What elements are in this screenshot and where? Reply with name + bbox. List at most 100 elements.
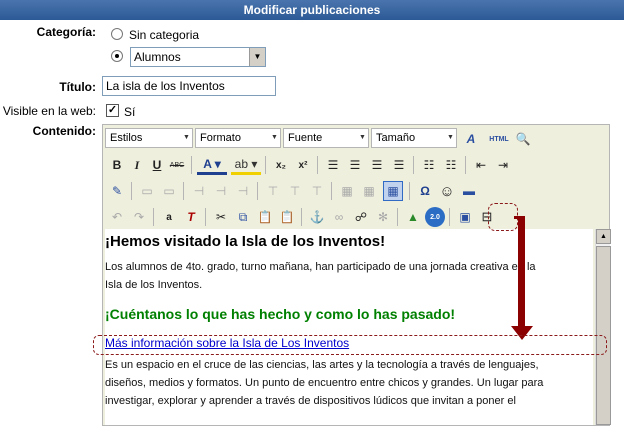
chevron-down-icon: ▼	[447, 134, 454, 141]
web20-badge-button[interactable]: 2.0	[425, 207, 445, 227]
horizontal-rule-icon[interactable]: ▬	[459, 181, 479, 201]
show-blocks-icon[interactable]: ▣	[455, 207, 475, 227]
smiley-icon[interactable]: ☺	[437, 181, 457, 201]
underline-button[interactable]: U	[147, 155, 167, 175]
font-combo[interactable]: Fuente ▼	[283, 128, 369, 148]
superscript-icon[interactable]: x²	[293, 155, 313, 175]
insert-row-before-icon: ⊣	[193, 184, 205, 198]
toolbar-separator	[449, 208, 450, 226]
toolbar-separator	[131, 182, 132, 200]
subscript-icon[interactable]: x₂	[271, 155, 291, 175]
toolbar-separator	[413, 156, 414, 174]
no-category-radio[interactable]	[111, 28, 123, 40]
table-icon[interactable]: ▦	[383, 181, 403, 201]
align-justify-icon[interactable]: ☰	[389, 155, 409, 175]
toolbar-separator	[465, 156, 466, 174]
italic-button[interactable]: I	[127, 155, 147, 175]
toolbar-row-1: Estilos ▼ Formato ▼ Fuente ▼ Tamaño ▼ A HTML…	[103, 125, 611, 149]
styles-combo-label: Estilos	[110, 132, 143, 144]
category-label: Categoría:	[36, 25, 96, 39]
chevron-down-icon: ▼	[359, 134, 366, 141]
font-combo-label: Fuente	[288, 132, 323, 144]
toolbar-separator	[265, 156, 266, 174]
content-paragraph-2-line-2: diseños, medios y formatos. Un punto de …	[105, 377, 544, 389]
split-cells-icon: ▦	[363, 184, 375, 198]
no-category-label: Sin categoria	[129, 28, 200, 42]
category-radio[interactable]	[111, 50, 123, 62]
chevron-down-icon: ▼	[249, 48, 265, 66]
insert-row-after-icon: ⊣	[215, 184, 227, 198]
annotation-insertion-box	[93, 335, 607, 355]
numbered-list-icon[interactable]: ☷	[441, 155, 461, 175]
form-edit-icon[interactable]: ✎	[107, 181, 127, 201]
toolbar-separator	[191, 156, 192, 174]
size-combo-label: Tamaño	[376, 132, 416, 144]
bold-button[interactable]: B	[107, 155, 127, 175]
insert-col-before-icon: ⊤	[267, 184, 279, 198]
toolbar-separator	[257, 182, 258, 200]
content-paragraph-2-line-1: Es un espacio en el cruce de las ciencia…	[105, 359, 539, 371]
cut-icon[interactable]: ✂	[211, 207, 231, 227]
chevron-down-icon: ▼	[183, 134, 190, 141]
table-cell-icon: ▭	[163, 184, 175, 198]
title-label: Título:	[59, 80, 96, 94]
category-select-value: Alumnos	[134, 50, 181, 64]
sitemap-icon[interactable]: ☍	[351, 207, 371, 227]
editor-scrollbar[interactable]: ▲	[595, 229, 611, 425]
insert-col-after-icon: ⊤	[289, 184, 301, 198]
toolbar-separator	[331, 182, 332, 200]
format-combo[interactable]: Formato ▼	[195, 128, 281, 148]
chevron-down-icon: ▼	[271, 134, 278, 141]
format-combo-label: Formato	[200, 132, 241, 144]
toolbar-separator	[317, 156, 318, 174]
toolbar-separator	[409, 182, 410, 200]
table-row-icon: ▭	[141, 184, 153, 198]
toolbar-separator	[183, 182, 184, 200]
visible-check-label: Sí	[124, 105, 136, 119]
window-title: Modificar publicaciones	[0, 0, 624, 20]
toolbar-row-3: ✎ ▭ ▭ ⊣ ⊣ ⊣ ⊤ ⊤ ⊤ ▦ ▦ ▦ Ω ☺ ▬	[103, 179, 611, 203]
visible-checkbox[interactable]: ✓	[106, 104, 119, 117]
paste-icon[interactable]: 📋	[255, 207, 275, 227]
delete-row-icon: ⊣	[237, 184, 249, 198]
toolbar-separator	[153, 208, 154, 226]
unlink-icon: ✻	[377, 210, 389, 224]
align-center-icon[interactable]: ☰	[345, 155, 365, 175]
annotation-arrow	[518, 216, 525, 330]
toolbar-separator	[397, 208, 398, 226]
remove-format-icon[interactable]: T	[181, 207, 201, 227]
rich-text-editor: Estilos ▼ Formato ▼ Fuente ▼ Tamaño ▼ A HTML…	[102, 124, 611, 426]
merge-cells-icon: ▦	[341, 184, 353, 198]
align-right-icon[interactable]: ☰	[367, 155, 387, 175]
redo-icon: ↷	[133, 210, 145, 224]
styles-combo[interactable]: Estilos ▼	[105, 128, 193, 148]
toolbar-row-4: ↶ ↷ a T ✂ ⧉ 📋 📋 ⚓ ∞ ☍ ✻ ▲ 2.0 ▣ ⊟	[103, 205, 611, 229]
html-source-button[interactable]: HTML	[487, 129, 511, 149]
highlight-color-icon[interactable]: ab ▾	[231, 155, 261, 175]
special-char-button[interactable]: Ω	[415, 181, 435, 201]
toolbar-separator	[205, 208, 206, 226]
paste-word-icon[interactable]: 📋	[277, 207, 297, 227]
link-icon: ∞	[334, 210, 344, 224]
content-label: Contenido:	[32, 124, 96, 138]
indent-icon[interactable]: ⇥	[493, 155, 513, 175]
undo-icon: ↶	[111, 210, 123, 224]
strikethrough-button[interactable]: ABC	[167, 155, 187, 175]
outdent-icon[interactable]: ⇤	[471, 155, 491, 175]
autoformat-icon[interactable]: A	[461, 129, 481, 149]
category-select[interactable]: Alumnos ▼	[130, 47, 266, 67]
bulleted-list-icon[interactable]: ☷	[419, 155, 439, 175]
anchor-icon[interactable]: ⚓	[307, 207, 327, 227]
delete-col-icon: ⊤	[311, 184, 323, 198]
select-all-icon[interactable]: a	[159, 207, 179, 227]
copy-icon[interactable]: ⧉	[233, 207, 253, 227]
content-paragraph-2-line-3: investigar, explorar y aprender a través…	[105, 395, 516, 407]
title-input[interactable]: La isla de los Inventos	[102, 76, 276, 96]
size-combo[interactable]: Tamaño ▼	[371, 128, 457, 148]
text-color-icon[interactable]: A ▾	[197, 155, 227, 175]
find-icon[interactable]: 🔍	[513, 129, 533, 149]
align-left-icon[interactable]: ☰	[323, 155, 343, 175]
image-icon[interactable]: ▲	[403, 207, 423, 227]
toolbar-separator	[301, 208, 302, 226]
scroll-up-icon[interactable]: ▲	[596, 229, 611, 244]
